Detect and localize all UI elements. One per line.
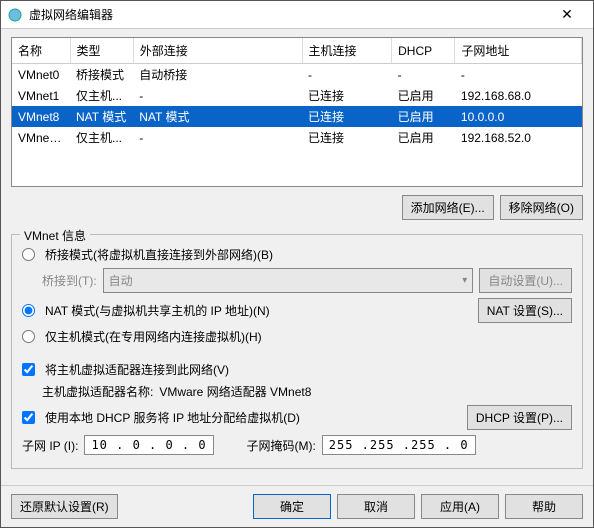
hostadapter-name-row: 主机虚拟适配器名称: VMware 网络适配器 VMnet8: [42, 383, 572, 400]
add-network-button[interactable]: 添加网络(E)...: [402, 195, 494, 220]
cell-host: 已连接: [302, 85, 392, 106]
col-dhcp[interactable]: DHCP: [392, 38, 455, 64]
cell-name: VMnet12: [12, 127, 70, 148]
chevron-down-icon: ▾: [462, 275, 467, 286]
network-table[interactable]: 名称 类型 外部连接 主机连接 DHCP 子网地址 VMnet0桥接模式自动桥接…: [11, 37, 583, 187]
subnet-mask-input[interactable]: 255 .255 .255 . 0: [322, 435, 476, 455]
radio-nat[interactable]: [22, 304, 35, 317]
radio-bridge-label: 桥接模式(将虚拟机直接连接到外部网络)(B): [45, 246, 273, 263]
subnet-ip-input[interactable]: 10 . 0 . 0 . 0: [84, 435, 214, 455]
col-type[interactable]: 类型: [70, 38, 133, 64]
col-ext[interactable]: 外部连接: [133, 38, 302, 64]
table-row[interactable]: VMnet12仅主机...-已连接已启用192.168.52.0: [12, 127, 582, 148]
radio-bridge[interactable]: [22, 248, 35, 261]
cancel-button[interactable]: 取消: [337, 494, 415, 519]
cell-host: 已连接: [302, 106, 392, 127]
cell-dhcp: 已启用: [392, 85, 455, 106]
help-button[interactable]: 帮助: [505, 494, 583, 519]
dhcp-settings-button[interactable]: DHCP 设置(P)...: [467, 405, 572, 430]
cell-name: VMnet8: [12, 106, 70, 127]
cell-name: VMnet1: [12, 85, 70, 106]
chk-hostadapter[interactable]: [22, 363, 35, 376]
titlebar: 虚拟网络编辑器 ✕: [1, 1, 593, 29]
cell-ext: NAT 模式: [133, 106, 302, 127]
cell-type: 桥接模式: [70, 64, 133, 86]
table-header-row: 名称 类型 外部连接 主机连接 DHCP 子网地址: [12, 38, 582, 64]
table-row[interactable]: VMnet8NAT 模式NAT 模式已连接已启用10.0.0.0: [12, 106, 582, 127]
cell-dhcp: 已启用: [392, 106, 455, 127]
cell-dhcp: 已启用: [392, 127, 455, 148]
dhcp-row[interactable]: 使用本地 DHCP 服务将 IP 地址分配给虚拟机(D) DHCP 设置(P).…: [22, 405, 572, 430]
ok-button[interactable]: 确定: [253, 494, 331, 519]
cell-type: 仅主机...: [70, 85, 133, 106]
cell-dhcp: -: [392, 64, 455, 86]
table-row[interactable]: VMnet0桥接模式自动桥接---: [12, 64, 582, 86]
bridge-to-row: 桥接到(T): 自动 ▾ 自动设置(U)...: [42, 268, 572, 293]
radio-nat-label: NAT 模式(与虚拟机共享主机的 IP 地址)(N): [45, 302, 270, 319]
cell-type: 仅主机...: [70, 127, 133, 148]
radio-hostonly-row[interactable]: 仅主机模式(在专用网络内连接虚拟机)(H): [22, 328, 572, 345]
cell-host: -: [302, 64, 392, 86]
cell-ext: -: [133, 85, 302, 106]
col-subnet[interactable]: 子网地址: [455, 38, 582, 64]
app-icon: [7, 7, 23, 23]
content-area: 名称 类型 外部连接 主机连接 DHCP 子网地址 VMnet0桥接模式自动桥接…: [1, 29, 593, 485]
group-legend: VMnet 信息: [20, 227, 90, 244]
subnet-ip-label: 子网 IP (I):: [22, 437, 78, 454]
bridge-to-label: 桥接到(T):: [42, 272, 97, 289]
window-title: 虚拟网络编辑器: [29, 6, 547, 23]
cell-host: 已连接: [302, 127, 392, 148]
cell-ext: 自动桥接: [133, 64, 302, 86]
remove-network-button[interactable]: 移除网络(O): [500, 195, 583, 220]
hostadapter-name-value: VMware 网络适配器 VMnet8: [159, 383, 311, 400]
bridge-to-value: 自动: [109, 272, 133, 289]
cell-ext: -: [133, 127, 302, 148]
chk-dhcp-label: 使用本地 DHCP 服务将 IP 地址分配给虚拟机(D): [45, 409, 300, 426]
close-button[interactable]: ✕: [547, 1, 587, 29]
auto-settings-button: 自动设置(U)...: [479, 268, 572, 293]
col-name[interactable]: 名称: [12, 38, 70, 64]
cell-subnet: 10.0.0.0: [455, 106, 582, 127]
cell-subnet: 192.168.52.0: [455, 127, 582, 148]
bridge-to-select: 自动 ▾: [103, 268, 474, 293]
nat-settings-button[interactable]: NAT 设置(S)...: [478, 298, 572, 323]
subnet-row: 子网 IP (I): 10 . 0 . 0 . 0 子网掩码(M): 255 .…: [22, 435, 572, 455]
table-row[interactable]: VMnet1仅主机...-已连接已启用192.168.68.0: [12, 85, 582, 106]
chk-hostadapter-label: 将主机虚拟适配器连接到此网络(V): [45, 361, 229, 378]
table-buttons: 添加网络(E)... 移除网络(O): [11, 195, 583, 220]
radio-bridge-row[interactable]: 桥接模式(将虚拟机直接连接到外部网络)(B): [22, 246, 572, 263]
cell-type: NAT 模式: [70, 106, 133, 127]
radio-hostonly[interactable]: [22, 330, 35, 343]
footer: 还原默认设置(R) 确定 取消 应用(A) 帮助: [1, 485, 593, 527]
apply-button[interactable]: 应用(A): [421, 494, 499, 519]
dialog-window: 虚拟网络编辑器 ✕ 名称 类型 外部连接 主机连接 DHCP 子网地址 VMne…: [0, 0, 594, 528]
cell-subnet: -: [455, 64, 582, 86]
restore-defaults-button[interactable]: 还原默认设置(R): [11, 494, 118, 519]
subnet-mask-label: 子网掩码(M):: [246, 437, 315, 454]
cell-name: VMnet0: [12, 64, 70, 86]
chk-dhcp[interactable]: [22, 411, 35, 424]
radio-hostonly-label: 仅主机模式(在专用网络内连接虚拟机)(H): [45, 328, 262, 345]
col-host[interactable]: 主机连接: [302, 38, 392, 64]
cell-subnet: 192.168.68.0: [455, 85, 582, 106]
vmnet-info-group: VMnet 信息 桥接模式(将虚拟机直接连接到外部网络)(B) 桥接到(T): …: [11, 234, 583, 469]
hostadapter-name-label: 主机虚拟适配器名称:: [42, 383, 153, 400]
radio-nat-row[interactable]: NAT 模式(与虚拟机共享主机的 IP 地址)(N) NAT 设置(S)...: [22, 298, 572, 323]
hostadapter-row[interactable]: 将主机虚拟适配器连接到此网络(V): [22, 361, 572, 378]
